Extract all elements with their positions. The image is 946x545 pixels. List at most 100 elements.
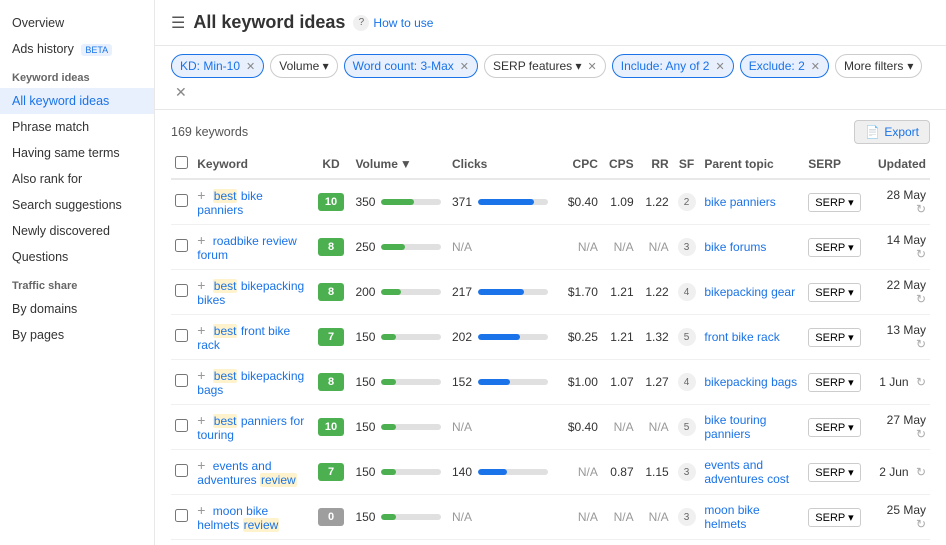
row-checkbox[interactable] bbox=[175, 284, 188, 297]
keyword-link[interactable]: best front bike rack bbox=[197, 324, 290, 352]
keyword-link[interactable]: roadbike review forum bbox=[197, 234, 297, 262]
sidebar-item-search-suggestions[interactable]: Search suggestions bbox=[0, 192, 154, 218]
parent-topic-link[interactable]: bike forums bbox=[704, 240, 766, 254]
serp-button[interactable]: SERP ▾ bbox=[808, 508, 860, 527]
parent-topic-link[interactable]: moon bike helmets bbox=[704, 503, 759, 531]
serp-button[interactable]: SERP ▾ bbox=[808, 283, 860, 302]
more-filters-button[interactable]: More filters ▾ bbox=[835, 54, 922, 78]
hamburger-icon[interactable]: ☰ bbox=[171, 13, 185, 33]
sidebar-item-overview[interactable]: Overview bbox=[0, 10, 154, 36]
row-checkbox[interactable] bbox=[175, 464, 188, 477]
filter-chip-kd-remove[interactable]: ✕ bbox=[246, 60, 255, 73]
serp-button[interactable]: SERP ▾ bbox=[808, 193, 860, 212]
clicks-cell: 202 bbox=[448, 315, 559, 360]
sidebar-item-phrase-match[interactable]: Phrase match bbox=[0, 114, 154, 140]
row-checkbox[interactable] bbox=[175, 239, 188, 252]
sidebar-item-by-domains[interactable]: By domains bbox=[0, 296, 154, 322]
add-keyword-button[interactable]: + bbox=[197, 367, 205, 383]
filter-chip-word-count-remove[interactable]: ✕ bbox=[460, 60, 469, 73]
col-header-cps[interactable]: CPS bbox=[602, 150, 638, 179]
col-header-clicks[interactable]: Clicks bbox=[448, 150, 559, 179]
parent-topic-link[interactable]: front bike rack bbox=[704, 330, 779, 344]
sf-badge[interactable]: 3 bbox=[678, 238, 696, 256]
kd-cell: 10 bbox=[311, 179, 352, 225]
sidebar-item-ads-history[interactable]: Ads history BETA bbox=[0, 36, 154, 62]
parent-topic-link[interactable]: events and adventures cost bbox=[704, 458, 789, 486]
refresh-icon[interactable]: ↻ bbox=[916, 465, 926, 479]
serp-button[interactable]: SERP ▾ bbox=[808, 463, 860, 482]
sf-badge[interactable]: 3 bbox=[678, 508, 696, 526]
serp-button[interactable]: SERP ▾ bbox=[808, 373, 860, 392]
keyword-link[interactable]: best panniers for touring bbox=[197, 414, 304, 442]
cps-cell: 1.09 bbox=[602, 179, 638, 225]
refresh-icon[interactable]: ↻ bbox=[916, 202, 926, 216]
filter-chip-serp-remove[interactable]: ✕ bbox=[588, 60, 597, 73]
col-header-keyword[interactable]: Keyword bbox=[193, 150, 310, 179]
sf-badge[interactable]: 4 bbox=[678, 373, 696, 391]
filter-chip-include-remove[interactable]: ✕ bbox=[715, 60, 724, 73]
add-keyword-button[interactable]: + bbox=[197, 457, 205, 473]
filter-chip-word-count[interactable]: Word count: 3-Max ✕ bbox=[344, 54, 478, 78]
parent-topic-link[interactable]: bike panniers bbox=[704, 195, 775, 209]
filter-chip-include[interactable]: Include: Any of 2 ✕ bbox=[612, 54, 734, 78]
row-checkbox[interactable] bbox=[175, 374, 188, 387]
serp-button[interactable]: SERP ▾ bbox=[808, 328, 860, 347]
sidebar-item-questions[interactable]: Questions bbox=[0, 244, 154, 270]
col-header-sf[interactable]: SF bbox=[673, 150, 701, 179]
parent-topic-link[interactable]: bikepacking bags bbox=[704, 375, 797, 389]
add-keyword-button[interactable]: + bbox=[197, 277, 205, 293]
help-link[interactable]: ? How to use bbox=[353, 15, 433, 31]
filter-chip-exclude-remove[interactable]: ✕ bbox=[811, 60, 820, 73]
clicks-cell: 140 bbox=[448, 450, 559, 495]
col-header-kd[interactable]: KD bbox=[311, 150, 352, 179]
refresh-icon[interactable]: ↻ bbox=[916, 247, 926, 261]
select-all-checkbox[interactable] bbox=[175, 156, 188, 169]
filter-chip-serp-features[interactable]: SERP features ▾ ✕ bbox=[484, 54, 606, 78]
parent-topic-link[interactable]: bike touring panniers bbox=[704, 413, 766, 441]
serp-button[interactable]: SERP ▾ bbox=[808, 418, 860, 437]
row-checkbox[interactable] bbox=[175, 509, 188, 522]
keyword-link[interactable]: best bike panniers bbox=[197, 189, 263, 217]
clicks-bar-track bbox=[478, 469, 548, 475]
filter-chip-exclude[interactable]: Exclude: 2 ✕ bbox=[740, 54, 829, 78]
keyword-link[interactable]: best bikepacking bags bbox=[197, 369, 304, 397]
col-header-updated[interactable]: Updated bbox=[868, 150, 930, 179]
add-keyword-button[interactable]: + bbox=[197, 502, 205, 518]
add-keyword-button[interactable]: + bbox=[197, 322, 205, 338]
refresh-icon[interactable]: ↻ bbox=[916, 375, 926, 389]
sf-badge[interactable]: 5 bbox=[678, 418, 696, 436]
col-header-rr[interactable]: RR bbox=[638, 150, 673, 179]
row-checkbox[interactable] bbox=[175, 329, 188, 342]
filter-chip-kd[interactable]: KD: Min-10 ✕ bbox=[171, 54, 264, 78]
keyword-link[interactable]: best bikepacking bikes bbox=[197, 279, 304, 307]
add-keyword-button[interactable]: + bbox=[197, 187, 205, 203]
sidebar-item-newly-discovered[interactable]: Newly discovered bbox=[0, 218, 154, 244]
sf-badge[interactable]: 2 bbox=[678, 193, 696, 211]
col-header-serp[interactable]: SERP bbox=[804, 150, 868, 179]
sidebar-item-all-keyword-ideas[interactable]: All keyword ideas bbox=[0, 88, 154, 114]
add-keyword-button[interactable]: + bbox=[197, 232, 205, 248]
refresh-icon[interactable]: ↻ bbox=[916, 517, 926, 531]
parent-topic-link[interactable]: bikepacking gear bbox=[704, 285, 795, 299]
keyword-link[interactable]: moon bike helmets review bbox=[197, 504, 279, 532]
sf-badge[interactable]: 5 bbox=[678, 328, 696, 346]
refresh-icon[interactable]: ↻ bbox=[916, 427, 926, 441]
col-header-volume[interactable]: Volume ▼ bbox=[351, 150, 448, 179]
col-header-parent-topic[interactable]: Parent topic bbox=[700, 150, 804, 179]
keyword-link[interactable]: events and adventures review bbox=[197, 459, 296, 487]
refresh-icon[interactable]: ↻ bbox=[916, 292, 926, 306]
sidebar-item-by-pages[interactable]: By pages bbox=[0, 322, 154, 348]
sf-badge[interactable]: 4 bbox=[678, 283, 696, 301]
sidebar-item-also-rank-for[interactable]: Also rank for bbox=[0, 166, 154, 192]
clear-filters-button[interactable]: ✕ bbox=[175, 84, 187, 101]
filter-chip-volume[interactable]: Volume ▾ bbox=[270, 54, 337, 78]
row-checkbox[interactable] bbox=[175, 194, 188, 207]
add-keyword-button[interactable]: + bbox=[197, 412, 205, 428]
col-header-cpc[interactable]: CPC bbox=[559, 150, 602, 179]
sf-badge[interactable]: 3 bbox=[678, 463, 696, 481]
refresh-icon[interactable]: ↻ bbox=[916, 337, 926, 351]
export-button[interactable]: 📄 Export bbox=[854, 120, 930, 144]
sidebar-item-having-same-terms[interactable]: Having same terms bbox=[0, 140, 154, 166]
row-checkbox[interactable] bbox=[175, 419, 188, 432]
serp-button[interactable]: SERP ▾ bbox=[808, 238, 860, 257]
